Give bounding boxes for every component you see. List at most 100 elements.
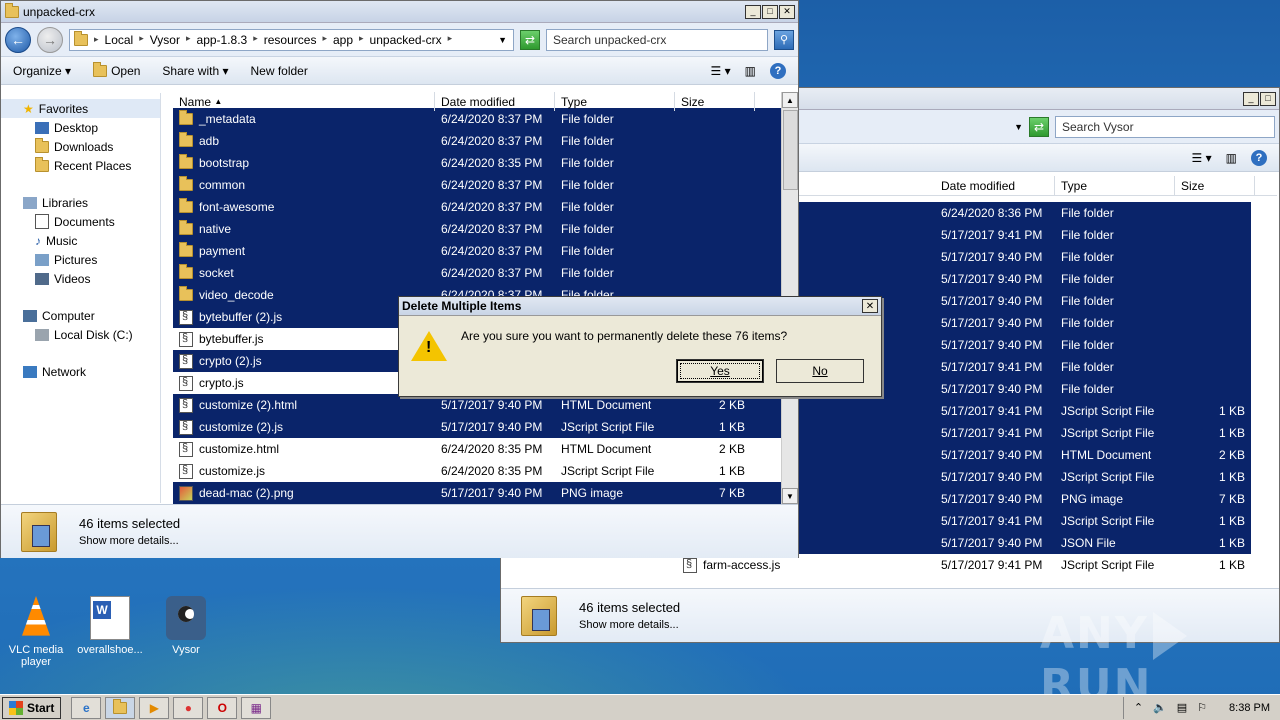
unpacked-crx-explorer-window[interactable]: unpacked-crx _ □ ✕ ← → ▸ Local ▸ Vysor ▸ app… (0, 0, 799, 558)
desktop-icon-vysor[interactable]: Vysor (150, 596, 222, 656)
maximize-button[interactable]: □ (762, 4, 778, 19)
nav-local-disk[interactable]: Local Disk (C:) (1, 325, 160, 344)
column-size[interactable]: Size (1175, 176, 1255, 195)
view-options-icon[interactable]: ☰ ▾ (1192, 151, 1212, 165)
nav-recent-places[interactable]: Recent Places (1, 156, 160, 175)
refresh-icon[interactable]: ⇄ (520, 29, 540, 50)
row-name[interactable]: customize (2).js (173, 419, 435, 435)
winrar-icon[interactable]: ▦ (241, 696, 272, 719)
vysor-search-input[interactable]: Search Vysor (1055, 115, 1275, 138)
start-button[interactable]: Start (2, 696, 62, 719)
help-icon[interactable]: ? (1251, 149, 1267, 166)
row-name[interactable]: socket (173, 264, 435, 280)
chrome-icon[interactable]: ● (173, 696, 204, 719)
scroll-down-icon[interactable]: ▼ (782, 488, 798, 504)
explorer-taskbar-icon[interactable] (105, 696, 136, 719)
new-folder-button[interactable]: New folder (250, 64, 307, 78)
breadcrumb-item[interactable]: app (333, 33, 353, 47)
row-name[interactable]: customize (2).html (173, 397, 435, 413)
table-row[interactable]: customize (2).html 5/17/2017 9:40 PM HTML … (173, 394, 781, 416)
internet-explorer-icon[interactable]: e (71, 696, 102, 719)
row-name[interactable]: dead-mac (2).png (173, 485, 435, 501)
refresh-icon[interactable]: ⇄ (1029, 116, 1049, 137)
minimize-button[interactable]: _ (745, 4, 761, 19)
nav-downloads[interactable]: Downloads (1, 137, 160, 156)
row-name[interactable]: font-awesome (173, 198, 435, 214)
show-more-details-link[interactable]: Show more details... (79, 535, 180, 547)
column-type[interactable]: Type (555, 92, 675, 111)
table-row[interactable]: bootstrap 6/24/2020 8:35 PM File folder (173, 152, 781, 174)
chevron-right-icon[interactable]: ▸ (359, 33, 364, 47)
delete-confirmation-dialog[interactable]: Delete Multiple Items ✕ ! Are you sure y… (398, 296, 882, 397)
tray-expand-icon[interactable]: ⌃ (1134, 701, 1143, 714)
media-player-icon[interactable]: ▶ (139, 696, 170, 719)
nav-desktop[interactable]: Desktop (1, 118, 160, 137)
desktop-icon-document[interactable]: overallshoe... (74, 596, 146, 656)
table-row[interactable]: common 6/24/2020 8:37 PM File folder (173, 174, 781, 196)
table-row[interactable]: font-awesome 6/24/2020 8:37 PM File folder (173, 196, 781, 218)
chevron-right-icon[interactable]: ▸ (186, 33, 191, 47)
row-name[interactable]: bytebuffer.js (173, 331, 435, 347)
nav-libraries[interactable]: Libraries (1, 193, 160, 212)
row-name[interactable]: farm-access.js (677, 557, 935, 573)
row-name[interactable]: adb (173, 132, 435, 148)
row-name[interactable]: bytebuffer (2).js (173, 309, 435, 325)
yes-button[interactable]: Yes (676, 359, 764, 383)
row-name[interactable]: customize.html (173, 441, 435, 457)
clock[interactable]: 8:38 PM (1229, 702, 1270, 714)
back-button[interactable]: ← (5, 26, 31, 53)
column-date-modified[interactable]: Date modified (935, 176, 1055, 195)
breadcrumb-item[interactable]: unpacked-crx (370, 33, 442, 47)
close-button[interactable]: ✕ (779, 4, 795, 19)
volume-icon[interactable]: 🔈 (1153, 701, 1167, 714)
open-button[interactable]: Open (93, 61, 140, 78)
preview-pane-icon[interactable]: ▥ (1226, 151, 1237, 165)
search-input[interactable]: Search unpacked-crx (546, 28, 768, 51)
chevron-down-icon[interactable]: ▼ (1014, 122, 1023, 132)
table-row[interactable]: payment 6/24/2020 8:37 PM File folder (173, 240, 781, 262)
help-icon[interactable]: ? (770, 62, 786, 79)
breadcrumb-item[interactable]: Vysor (150, 33, 180, 47)
column-date-modified[interactable]: Date modified (435, 92, 555, 111)
show-more-details-link[interactable]: Show more details... (579, 619, 680, 631)
row-name[interactable]: native (173, 220, 435, 236)
main-titlebar[interactable]: unpacked-crx _ □ ✕ (1, 1, 798, 23)
table-row[interactable]: customize.html 6/24/2020 8:35 PM HTML Docu… (173, 438, 781, 460)
nav-network[interactable]: Network (1, 362, 160, 381)
search-icon[interactable]: ⚲ (774, 29, 794, 50)
nav-documents[interactable]: Documents (1, 212, 160, 231)
row-name[interactable]: customize.js (173, 463, 435, 479)
table-row[interactable]: native 6/24/2020 8:37 PM File folder (173, 218, 781, 240)
row-name[interactable]: crypto (2).js (173, 353, 435, 369)
table-row[interactable]: customize (2).js 5/17/2017 9:40 PM JScript… (173, 416, 781, 438)
breadcrumb-item[interactable]: Local (105, 33, 134, 47)
opera-icon[interactable]: O (207, 696, 238, 719)
table-row[interactable]: customize.js 6/24/2020 8:35 PM JScript Scr… (173, 460, 781, 482)
table-row[interactable]: dead-mac (2).png 5/17/2017 9:40 PM PNG ima… (173, 482, 781, 504)
address-bar[interactable]: ▸ Local ▸ Vysor ▸ app-1.8.3 ▸ resources ▸ app ▸ un… (69, 28, 514, 51)
dialog-titlebar[interactable]: Delete Multiple Items ✕ (399, 297, 881, 316)
nav-pictures[interactable]: Pictures (1, 250, 160, 269)
column-name[interactable]: Name ▲ (173, 92, 435, 111)
column-type[interactable]: Type (1055, 176, 1175, 195)
row-name[interactable]: bootstrap (173, 154, 435, 170)
row-name[interactable]: common (173, 176, 435, 192)
chevron-right-icon[interactable]: ▸ (448, 33, 453, 47)
minimize-button[interactable]: _ (1243, 91, 1259, 106)
chevron-right-icon[interactable]: ▸ (139, 33, 144, 47)
chevron-right-icon[interactable]: ▸ (94, 34, 99, 45)
column-size[interactable]: Size (675, 92, 755, 111)
maximize-button[interactable]: □ (1260, 91, 1276, 106)
nav-favorites[interactable]: ★ Favorites (1, 99, 160, 118)
breadcrumb-item[interactable]: app-1.8.3 (197, 33, 248, 47)
share-with-button[interactable]: Share with ▾ (162, 64, 228, 78)
flag-icon[interactable]: ⚐ (1197, 701, 1207, 714)
organize-button[interactable]: Organize ▾ (13, 64, 71, 78)
preview-pane-icon[interactable]: ▥ (745, 64, 756, 78)
chevron-down-icon[interactable]: ▼ (498, 35, 507, 45)
table-row[interactable]: _metadata 6/24/2020 8:37 PM File folder (173, 108, 781, 130)
scroll-thumb[interactable] (782, 110, 798, 190)
table-row[interactable]: adb 6/24/2020 8:37 PM File folder (173, 130, 781, 152)
row-name[interactable]: payment (173, 242, 435, 258)
view-options-icon[interactable]: ☰ ▾ (711, 64, 731, 78)
